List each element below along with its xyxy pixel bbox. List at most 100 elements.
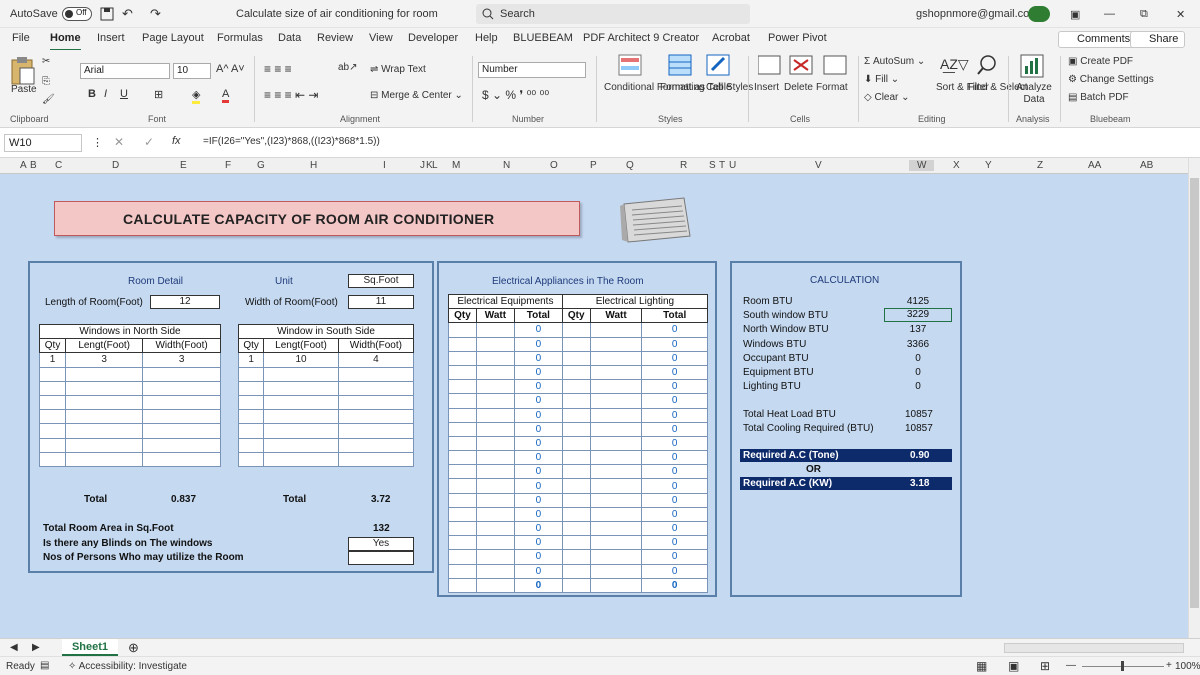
column-header-h[interactable]: H [310,160,317,171]
add-sheet-icon[interactable]: ⊕ [128,640,139,656]
north-cell[interactable] [142,451,221,467]
search-box[interactable]: Search [476,4,750,24]
cancel-icon[interactable]: ✕ [114,135,124,149]
equipment-watt-cell[interactable] [475,435,515,452]
sheet-tab-sheet1[interactable]: Sheet1 [62,639,118,656]
equipment-watt-cell[interactable] [475,577,515,593]
equipment-watt-cell[interactable] [475,492,515,508]
align-top-icon[interactable]: ≡ ≡ ≡ [264,62,292,76]
equipment-watt-cell[interactable] [475,549,515,565]
underline-icon[interactable]: U [120,88,128,100]
tab-review[interactable]: Review [317,32,353,44]
column-header-o[interactable]: O [550,160,558,171]
column-header-y[interactable]: Y [985,160,992,171]
column-header-t[interactable]: T [719,160,725,171]
north-cell[interactable] [142,394,221,411]
font-color-icon[interactable]: A [222,88,230,103]
lighting-watt-cell[interactable] [589,577,643,593]
north-cell[interactable] [38,423,67,439]
equipment-qty-cell[interactable] [448,393,477,409]
equipment-watt-cell[interactable] [475,520,515,537]
equipment-qty-cell[interactable] [448,379,477,395]
comments-button[interactable]: Comments [1058,31,1138,48]
sort-filter-icon[interactable]: A͟Z▽ [940,56,969,73]
north-cell[interactable] [38,451,67,467]
equipment-qty-cell[interactable] [448,478,477,494]
zoom-out-icon[interactable]: — [1066,660,1076,671]
save-icon[interactable] [100,7,114,21]
width-field[interactable]: 11 [348,295,414,309]
equipment-qty-cell[interactable] [448,350,477,366]
lighting-watt-cell[interactable] [589,421,643,437]
name-box[interactable]: W10 [4,134,82,152]
paste-icon[interactable] [8,56,36,86]
equipment-watt-cell[interactable] [475,464,515,480]
lighting-watt-cell[interactable] [589,393,643,409]
electrical-table[interactable]: Electrical Equipments Electrical Lighting… [448,293,709,593]
equipment-qty-cell[interactable] [448,450,477,466]
equipment-watt-cell[interactable] [475,407,515,423]
equipment-qty-cell[interactable] [448,492,477,508]
lighting-qty-cell[interactable] [561,520,591,537]
format-button[interactable]: Format [816,82,848,93]
north-cell[interactable]: 3 [142,352,221,368]
lighting-watt-cell[interactable] [589,492,643,508]
equipment-qty-cell[interactable] [448,464,477,480]
south-cell[interactable] [263,380,339,396]
formula-input[interactable]: =IF(I26="Yes",(I23)*868,((I23)*868*1.5)) [203,136,380,147]
column-header-q[interactable]: Q [626,160,634,171]
column-header-ab[interactable]: AB [1140,160,1153,171]
lighting-qty-cell[interactable] [561,450,591,466]
lighting-watt-cell[interactable] [589,364,643,381]
length-field[interactable]: 12 [150,295,220,309]
lighting-watt-cell[interactable] [589,435,643,452]
north-cell[interactable] [65,409,144,425]
lighting-watt-cell[interactable] [589,350,643,366]
lighting-qty-cell[interactable] [561,478,591,494]
south-cell[interactable] [263,451,339,467]
batch-pdf-button[interactable]: ▤ Batch PDF [1068,92,1129,103]
column-header-f[interactable]: F [225,160,231,171]
equipment-watt-cell[interactable] [475,421,515,437]
north-cell[interactable] [65,380,144,396]
south-cell[interactable] [237,437,265,453]
lighting-watt-cell[interactable] [589,563,643,579]
column-header-s[interactable]: S [709,160,716,171]
change-settings-button[interactable]: ⚙ Change Settings [1068,74,1154,85]
column-header-r[interactable]: R [680,160,687,171]
tab-home[interactable]: Home [50,32,81,51]
lighting-qty-cell[interactable] [561,435,591,452]
number-format-select[interactable]: Number [478,62,586,78]
prev-sheet-icon[interactable]: ◀ [10,642,18,653]
south-cell[interactable] [237,380,265,396]
equipment-qty-cell[interactable] [448,549,477,565]
column-header-n[interactable]: N [503,160,510,171]
lighting-watt-cell[interactable] [589,322,643,338]
insert-button[interactable]: Insert [754,82,779,93]
north-cell[interactable]: 1 [38,352,67,368]
equipment-watt-cell[interactable] [475,336,515,352]
increase-font-icon[interactable]: A^ A˅ [216,63,245,75]
wrap-text-button[interactable]: ⇌ Wrap Text [370,64,426,75]
persons-field[interactable] [348,551,414,565]
column-header-a[interactable]: A [20,160,27,171]
column-header-l[interactable]: L [432,160,438,171]
align-left-icon[interactable]: ≡ ≡ ≡ ⇤ ⇥ [264,88,318,102]
north-cell[interactable] [65,451,144,467]
north-cell[interactable] [38,437,67,453]
tab-power-pivot[interactable]: Power Pivot [768,32,827,44]
restore-icon[interactable]: ⧉ [1140,8,1148,21]
north-cell[interactable] [65,437,144,453]
page-layout-icon[interactable]: ▣ [1008,659,1019,673]
equipment-qty-cell[interactable] [448,563,477,579]
north-cell[interactable] [142,380,221,396]
equipment-qty-cell[interactable] [448,506,477,523]
lighting-qty-cell[interactable] [561,535,591,551]
north-cell[interactable] [38,380,67,396]
column-header-w[interactable]: W [909,160,935,171]
lighting-watt-cell[interactable] [589,535,643,551]
blinds-field[interactable]: Yes [348,537,414,551]
format-painter-icon[interactable]: 🖌 [42,94,55,105]
lighting-watt-cell[interactable] [589,407,643,423]
tab-formulas[interactable]: Formulas [217,32,263,44]
